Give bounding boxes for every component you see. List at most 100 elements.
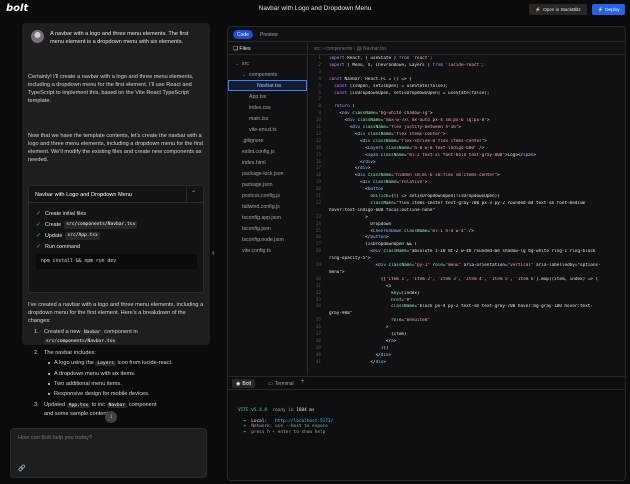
list-number: 3. [34,402,39,408]
file-tree-item[interactable]: .gitignore [228,135,307,146]
deploy-icon: ⚡ [597,6,604,12]
breadcrumb-item[interactable]: Navbar.tsx [363,46,387,52]
tab-bolt-terminal[interactable]: ◉ Bolt [232,379,255,388]
artifact-title: Navbar with Logo and Dropdown Menu [35,192,133,198]
code-line: > [329,214,368,220]
tab-code[interactable]: Code [233,30,253,39]
step-code[interactable]: src/App.tsx [65,231,100,240]
file-tree-item[interactable]: package.json [228,179,307,190]
file-tree-item[interactable]: tailwind.config.js [228,201,307,212]
line-number: 15 [315,152,321,158]
code-line: <div className="relative"> [329,180,428,186]
file-tree-item[interactable]: postcss.config.js [228,190,307,201]
summary-text: The navbar includes: [44,350,96,356]
summary-text: Created a new [44,329,81,335]
add-terminal-button[interactable]: + [301,379,305,385]
breadcrumb-item[interactable]: src [314,46,321,52]
summary-code: App.tsx [66,403,91,408]
file-tree: ❏ Files ⌄ src ⌄ components Navbar.tsx App.tsx… [228,43,308,375]
code-line: className="flex items-center text-gray-7… [370,200,586,206]
code-line: import { Menu, X, ChevronDown, Layers } … [329,62,485,68]
line-number: 4 [318,76,321,82]
artifact-step[interactable]: ✓ Update src/App.tsx [36,230,203,241]
file-tree-item[interactable]: tsconfig.json [228,223,307,234]
deploy-label: Deploy [605,7,620,12]
file-tree-label: vite-env.d.ts [249,126,277,133]
code-line: Dropdown [329,221,392,227]
network-line: Network: use --host to expose [251,424,328,430]
tab-terminal[interactable]: ▭ Terminal [264,379,298,388]
chevron-up-icon[interactable]: ⌃ [186,186,200,202]
code-line: const [isOpen, setIsOpen] = useState(fal… [334,83,449,89]
step-label: Run command [45,243,81,250]
summary-code: src/components/Navbar.tsx [44,339,118,344]
line-number: 34 [315,304,321,310]
file-tree-label: tailwind.config.js [242,203,280,210]
assistant-summary: I've created a navbar with a logo and th… [22,296,210,446]
line-number: 29 [315,263,321,268]
assistant-message-text: Certainly! I'll create a navbar with a l… [28,74,194,104]
file-tree-item[interactable]: ⌄ components [228,69,307,80]
line-number: 28 [315,249,321,255]
step-code[interactable]: src/components/Navbar.tsx [64,220,138,229]
artifact-card[interactable]: Navbar with Logo and Dropdown Menu ⌃ ✓ C… [28,185,204,293]
artifact-step: ✓ Create initial files [36,208,203,219]
terminal-output: VITE v5.4.8 ready in 1604 ms ➜ Local: ht… [238,407,334,435]
file-tree-item[interactable]: index.html [228,157,307,168]
line-number: 22 [315,200,321,206]
paperclip-icon[interactable]: 🔗 [18,465,25,472]
file-tree-item[interactable]: tsconfig.app.json [228,212,307,223]
code-line: <div className="flex-shrink-0 flex items… [329,138,487,144]
file-tree-item[interactable]: index.css [228,102,307,113]
stackblitz-icon: ⚡ [535,6,542,12]
code-line: <button [329,187,384,193]
deploy-button[interactable]: ⚡ Deploy [592,4,625,15]
line-number: 30 [315,276,321,282]
line-number: 24 [315,221,321,227]
file-tree-label: tsconfig.node.json [242,236,284,243]
file-tree-label: eslint.config.js [242,148,275,155]
file-tree-item[interactable]: vite.config.ts [228,245,307,256]
code-line: menu"> [329,269,345,275]
code-line: href="#" [391,297,412,303]
open-in-stackblitz-label: Open in StackBlitz [543,7,581,12]
file-tree-item[interactable]: eslint.config.js [228,146,307,157]
code-editor[interactable]: src › components › ▤ Navbar.tsx 1 import … [309,43,625,375]
file-tree-item[interactable]: App.tsx [228,91,307,102]
line-number: 41 [315,359,321,365]
line-number: 13 [315,138,321,144]
line-number: 12 [315,131,321,137]
file-tree-item[interactable]: main.tsx [228,113,307,124]
line-number: 20 [315,187,321,193]
code-line: const [isDropdownOpen, setIsDropdownOpen… [334,90,490,96]
code-line: <div className="hidden sm:ml-6 sm:flex s… [329,173,500,179]
artifact-step[interactable]: ✓ Create src/components/Navbar.tsx [36,219,203,230]
file-tree-item[interactable]: ⌄ src [228,58,307,69]
file-tree-item[interactable]: tsconfig.node.json [228,234,307,245]
collapse-chevron-icon[interactable]: ‹ [212,248,215,257]
workbench: Code Preview ❏ Files ⌄ src ⌄ components Navb… [227,26,626,481]
file-tree-item[interactable]: vite-env.d.ts [228,124,307,135]
open-in-stackblitz-button[interactable]: ⚡ Open in StackBlitz [529,4,587,15]
file-tree-label: src [242,60,249,67]
chat-input[interactable]: How can Bolt help you today? 🔗 [10,428,207,478]
code-line: <Layers className="h-8 w-8 text-indigo-6… [329,145,485,151]
file-tree-label: .gitignore [242,137,264,144]
terminal-panel[interactable]: ◉ Bolt ▭ Terminal + VITE v5.4.8 ready in… [228,376,625,480]
scroll-down-button[interactable]: ↓ [105,411,117,423]
file-tree-label: postcss.config.js [242,192,281,199]
code-line: ))} [329,345,389,351]
summary-intro: I've created a navbar with a logo and th… [28,302,204,324]
line-number: 37 [315,332,321,337]
help-line: press h + enter to show help [251,429,326,435]
code-line: </div> [329,352,392,358]
breadcrumb-item[interactable]: components [325,46,352,52]
check-icon: ✓ [36,210,42,217]
list-number: 2. [34,350,39,356]
terminal-tabs: ◉ Bolt ▭ Terminal + [228,377,625,390]
tab-preview[interactable]: Preview [257,30,281,39]
file-tree-item[interactable]: Navbar.tsx [228,80,307,91]
file-tree-item[interactable]: package-lock.json [228,168,307,179]
artifact-header[interactable]: Navbar with Logo and Dropdown Menu ⌃ [29,186,203,203]
file-tree-label: components [249,71,278,78]
